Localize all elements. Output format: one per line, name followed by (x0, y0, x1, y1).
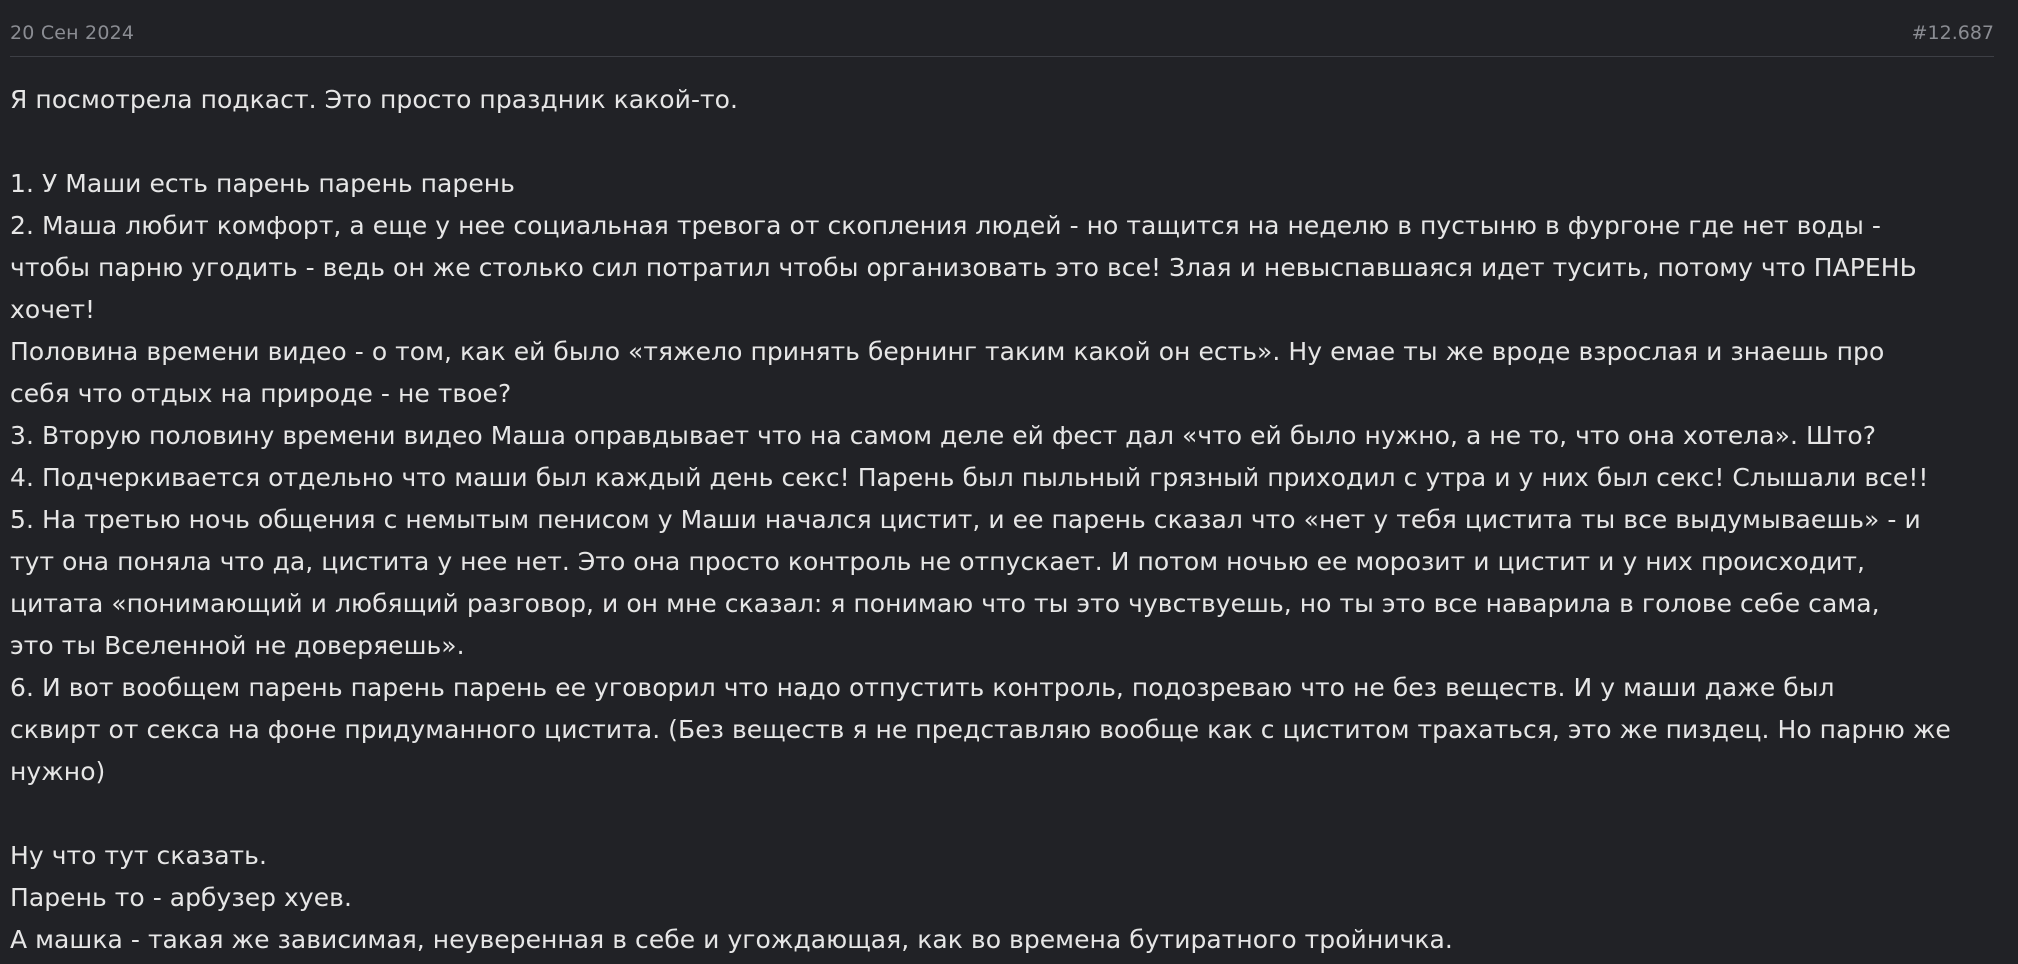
post-text-line: цитата «понимающий и любящий разговор, и… (10, 589, 1880, 618)
post-text-line: Ну что тут сказать. (10, 841, 267, 870)
post-permalink[interactable]: #12.687 (1912, 20, 1994, 46)
post-text-line: чтобы парню угодить - ведь он же столько… (10, 253, 1917, 282)
post-text-line: Я посмотрела подкаст. Это просто праздни… (10, 85, 738, 114)
post-text-line: 6. И вот вообщем парень парень парень ее… (10, 673, 1835, 702)
post-text-line: это ты Вселенной не доверяешь». (10, 631, 465, 660)
post-text-line: 3. Вторую половину времени видео Маша оп… (10, 421, 1877, 450)
post-text-line: 1. У Маши есть парень парень парень (10, 169, 515, 198)
post-date[interactable]: 20 Сен 2024 (10, 20, 134, 46)
post-text-line: нужно) (10, 757, 106, 786)
post-text-line: А машка - такая же зависимая, неуверенна… (10, 925, 1453, 954)
post-text-line: Парень то - арбузер хуев. (10, 883, 352, 912)
post-text-line: 5. На третью ночь общения с немытым пени… (10, 505, 1921, 534)
post-text-line: себя что отдых на природе - не твое? (10, 379, 512, 408)
post-text-line: тут она поняла что да, цистита у нее нет… (10, 547, 1866, 576)
post-blank-line (10, 121, 2000, 163)
post-text-line: 4. Подчеркивается отдельно что маши был … (10, 463, 1929, 492)
post-header: 20 Сен 2024 #12.687 (10, 20, 1994, 57)
post-text-line: сквирт от секса на фоне придуманного цис… (10, 715, 1951, 744)
post-text-line: Половина времени видео - о том, как ей б… (10, 337, 1885, 366)
post-body: Я посмотрела подкаст. Это просто праздни… (10, 79, 2000, 961)
post-text-line: 2. Маша любит комфорт, а еще у нее социа… (10, 211, 1881, 240)
post-blank-line (10, 793, 2000, 835)
post-text-line: хочет! (10, 295, 96, 324)
